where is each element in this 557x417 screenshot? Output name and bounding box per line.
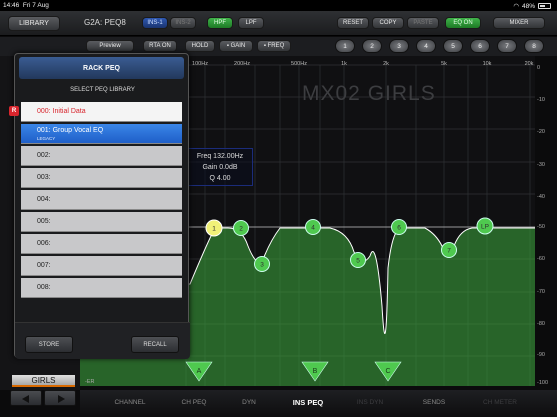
band-1-button[interactable]: 1 [335, 39, 355, 53]
readout-freq: Freq 132.00Hz [196, 153, 244, 160]
hpf-button[interactable]: HPF [207, 17, 233, 29]
library-item-001[interactable]: 001: Group Vocal EQ LEGACY [21, 124, 182, 144]
freq-label: 100Hz [192, 61, 208, 67]
copy-button[interactable]: COPY [372, 17, 404, 29]
reset-button[interactable]: RESET [337, 17, 369, 29]
band-node-1-label: 1 [212, 226, 216, 233]
channel-name: G2A: PEQ8 [84, 18, 126, 27]
arrow-right-icon [58, 395, 65, 403]
channel-label[interactable]: GIRLS [12, 375, 75, 387]
band-node-2-label: 2 [239, 226, 243, 233]
er-label: -ER [85, 379, 95, 385]
db-label: -70 [537, 289, 545, 295]
tab-channel[interactable]: CHANNEL [114, 399, 145, 406]
freq-label: 200Hz [234, 61, 250, 67]
freq-label: 10k [482, 61, 492, 67]
band-node-7-label: 7 [447, 248, 451, 255]
lpf-button[interactable]: LPF [238, 17, 264, 29]
band-node-3-label: 3 [260, 262, 264, 269]
ins1-button[interactable]: INS-1 [142, 17, 168, 29]
marker-a-label: A [197, 368, 202, 375]
legacy-tag: LEGACY [37, 136, 56, 141]
band-2-button[interactable]: 2 [362, 39, 382, 53]
rta-on-button[interactable]: RTA ON [143, 40, 177, 52]
library-button[interactable]: LIBRARY [8, 16, 60, 31]
band-node-4-label: 4 [311, 225, 315, 232]
store-button[interactable]: STORE [25, 336, 73, 353]
library-item-005[interactable]: 005: [21, 212, 182, 232]
rack-peq-subtitle: SELECT PEQ LIBRARY [70, 87, 135, 93]
tab-ch-meter[interactable]: CH METER [483, 399, 517, 406]
library-item-007[interactable]: 007: [21, 256, 182, 276]
band-node-6-label: 6 [397, 225, 401, 232]
recall-button[interactable]: RECALL [131, 336, 179, 353]
next-channel-button[interactable] [44, 390, 76, 406]
library-item-006[interactable]: 006: [21, 234, 182, 254]
freq-label: 20k [524, 61, 534, 67]
db-label: -50 [537, 224, 545, 230]
status-time-date: 14:46 Fri 7 Aug [3, 2, 49, 9]
preview-button[interactable]: Preview [86, 40, 134, 52]
freq-button[interactable]: ▪ FREQ [257, 40, 291, 52]
band-3-button[interactable]: 3 [389, 39, 409, 53]
rack-badge-icon: R [9, 106, 19, 116]
db-label: -60 [537, 256, 545, 262]
tab-ins-dyn[interactable]: INS DYN [357, 399, 383, 406]
lock-icon: ▪ [226, 43, 229, 49]
db-label: -100 [537, 380, 549, 386]
hold-button[interactable]: HOLD [185, 40, 215, 52]
status-bar: 14:46 Fri 7 Aug ◠ 48% [0, 0, 557, 11]
band-6-button[interactable]: 6 [470, 39, 490, 53]
readout-q: Q 4.00 [209, 175, 231, 182]
band-node-lp-label: LP [481, 224, 489, 231]
library-item-003[interactable]: 003: [21, 168, 182, 188]
library-item-label: 001: Group Vocal EQ [37, 127, 104, 134]
battery-percent: 48% [521, 2, 535, 10]
db-label: -40 [537, 194, 545, 200]
preset-title: MX02 GIRLS [302, 82, 436, 105]
band-5-button[interactable]: 5 [443, 39, 463, 53]
library-item-000[interactable]: 000: Initial Data [21, 102, 182, 122]
mixer-button[interactable]: MIXER [493, 17, 545, 29]
marker-c-label: C [385, 368, 390, 375]
gain-button[interactable]: ▪ GAIN [219, 40, 253, 52]
wifi-icon: ◠ [513, 3, 519, 10]
db-label: -20 [537, 129, 545, 135]
db-label: -10 [537, 97, 545, 103]
tab-sends[interactable]: SENDS [423, 399, 445, 406]
battery-icon [538, 3, 551, 9]
tab-ins-peq[interactable]: INS PEQ [293, 398, 323, 407]
prev-channel-button[interactable] [10, 390, 42, 406]
freq-label: 1k [341, 61, 347, 67]
db-label: -80 [537, 321, 545, 327]
db-label: -30 [537, 162, 545, 168]
db-label: -90 [537, 352, 545, 358]
freq-label: 2k [383, 61, 389, 67]
lock-icon: ▪ [263, 43, 266, 49]
paste-button[interactable]: PASTE [407, 17, 439, 29]
band-4-button[interactable]: 4 [416, 39, 436, 53]
arrow-left-icon [22, 395, 29, 403]
library-item-004[interactable]: 004: [21, 190, 182, 210]
freq-label: 5k [441, 61, 447, 67]
marker-b-label: B [313, 368, 318, 375]
rack-peq-title: RACK PEQ [19, 57, 184, 79]
band-7-button[interactable]: 7 [497, 39, 517, 53]
band-8-button[interactable]: 8 [524, 39, 544, 53]
readout-gain: Gain 0.0dB [202, 164, 238, 171]
ins2-button[interactable]: INS-2 [170, 17, 196, 29]
band-readout: Freq 132.00Hz Gain 0.0dB Q 4.00 [187, 148, 253, 186]
tab-dyn[interactable]: DYN [242, 399, 256, 406]
freq-label: 500Hz [291, 61, 307, 67]
rack-peq-dialog: RACK PEQ SELECT PEQ LIBRARY 000: Initial… [14, 53, 190, 359]
band-node-5-label: 5 [356, 258, 360, 265]
eq-on-button[interactable]: EQ ON [445, 17, 481, 29]
library-item-008[interactable]: 008: [21, 278, 182, 298]
tab-ch-peq[interactable]: CH PEQ [182, 399, 207, 406]
library-item-002[interactable]: 002: [21, 146, 182, 166]
db-label: 0 [537, 65, 541, 71]
